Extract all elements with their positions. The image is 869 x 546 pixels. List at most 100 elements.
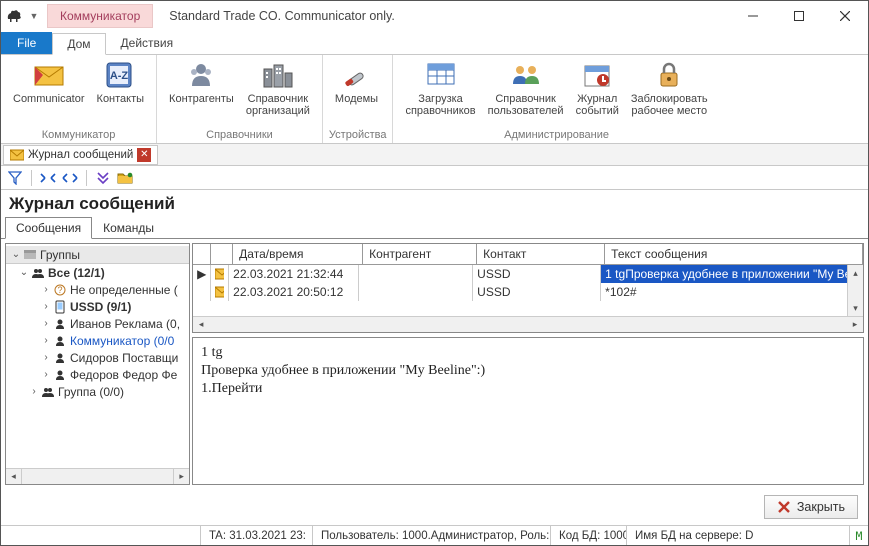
col-agent[interactable]: Контрагент (363, 244, 477, 264)
col-text[interactable]: Текст сообщения (605, 244, 863, 264)
person-icon (52, 369, 68, 381)
ribbon-modems-label: Модемы (335, 93, 378, 105)
ribbon-communicator[interactable]: Communicator (7, 57, 91, 107)
modem-icon (341, 59, 373, 91)
title-bar: ▼ Коммуникатор Standard Trade CO. Commun… (1, 1, 868, 31)
folder-icon[interactable] (115, 168, 135, 188)
ribbon-contacts-label: Контакты (97, 93, 145, 105)
expand-horizontal-icon[interactable] (60, 168, 80, 188)
cell-text: *102# (601, 283, 863, 301)
close-x-icon (777, 500, 791, 514)
ribbon-group-admin: Администрирование (399, 129, 713, 143)
grid-h-scrollbar[interactable]: ◂▸ (193, 316, 863, 332)
sub-tabs: Сообщения Команды (1, 216, 868, 239)
close-button-label: Закрыть (797, 500, 845, 514)
messages-grid[interactable]: Дата/время Контрагент Контакт Текст сооб… (192, 243, 864, 333)
doc-tab-label: Журнал сообщений (28, 149, 133, 161)
calendar-icon (581, 59, 613, 91)
menu-tabs: File Дом Действия (1, 31, 868, 55)
row-indicator-icon: ▶ (193, 265, 211, 283)
cell-text: 1 tgПроверка удобнее в приложении "My Be… (601, 265, 863, 283)
maximize-button[interactable] (776, 1, 822, 31)
ribbon-contacts[interactable]: A-Z Контакты (91, 57, 151, 107)
status-m: M (850, 526, 868, 545)
tree-node-group[interactable]: Группа (0/0) (56, 385, 124, 399)
groups-header-icon (22, 249, 38, 261)
ribbon-userdir[interactable]: Справочник пользователей (482, 57, 570, 119)
envelope-in-icon (211, 265, 229, 283)
doc-tab-journal[interactable]: Журнал сообщений ✕ (3, 145, 158, 165)
people-icon (30, 267, 46, 279)
ribbon-eventlog-label: Журнал событий (576, 93, 619, 117)
cell-agent (359, 283, 473, 301)
cell-dt: 22.03.2021 21:32:44 (229, 265, 359, 283)
document-tabs: Журнал сообщений ✕ (1, 144, 868, 166)
ribbon-dirload[interactable]: Загрузка справочников (399, 57, 481, 119)
tree-node-ussd[interactable]: USSD (9/1) (68, 300, 131, 314)
tree-node-ivanov[interactable]: Иванов Реклама (0, (68, 317, 180, 331)
ribbon-orgdir[interactable]: Справочник организаций (240, 57, 316, 119)
buildings-icon (262, 59, 294, 91)
ribbon-eventlog[interactable]: Журнал событий (570, 57, 625, 119)
cell-contact: USSD (473, 283, 601, 301)
tab-commands[interactable]: Команды (92, 217, 165, 239)
ribbon-userdir-label: Справочник пользователей (488, 93, 564, 117)
collapse-horizontal-icon[interactable] (38, 168, 58, 188)
doc-tab-close-icon[interactable]: ✕ (137, 148, 151, 162)
file-tab[interactable]: File (1, 32, 52, 54)
tree-leaf-icon[interactable]: › (40, 284, 52, 295)
window-title: Standard Trade CO. Communicator only. (169, 9, 730, 23)
status-bar: TA: 31.03.2021 23: Пользователь: 1000.Ад… (1, 525, 868, 545)
col-contact[interactable]: Контакт (477, 244, 605, 264)
ribbon-communicator-label: Communicator (13, 93, 85, 105)
close-button[interactable]: Закрыть (764, 495, 858, 519)
app-icon (1, 1, 27, 31)
table-row[interactable]: ▶ 22.03.2021 21:32:44 USSD 1 tgПроверка … (193, 265, 863, 283)
tree-node-sidorov[interactable]: Сидоров Поставщи (68, 351, 178, 365)
people-icon (40, 386, 56, 398)
toolbar (1, 166, 868, 190)
contacts-icon: A-Z (104, 59, 136, 91)
ribbon-dirload-label: Загрузка справочников (405, 93, 475, 117)
tree-node-fedorov[interactable]: Федоров Федор Фе (68, 368, 177, 382)
tree-expand-icon[interactable]: ⌄ (18, 267, 30, 278)
lock-icon (653, 59, 685, 91)
window-close-button[interactable] (822, 1, 868, 31)
communicator-badge: Коммуникатор (47, 4, 153, 28)
ribbon-counterparties[interactable]: Контрагенты (163, 57, 240, 107)
ribbon-counterparties-label: Контрагенты (169, 93, 234, 105)
tree-node-undef[interactable]: Не определенные ( (68, 283, 178, 297)
qat-dropdown-icon[interactable]: ▼ (27, 11, 41, 21)
person-icon (52, 335, 68, 347)
table-icon (425, 59, 457, 91)
svg-text:A-Z: A-Z (110, 70, 129, 82)
person-icon (52, 352, 68, 364)
tree-collapse-icon[interactable]: ⌄ (10, 249, 22, 260)
chevrons-down-icon[interactable] (93, 168, 113, 188)
tree-node-all[interactable]: Все (12/1) (46, 266, 105, 280)
ribbon-orgdir-label: Справочник организаций (246, 93, 310, 117)
tree-node-comm[interactable]: Коммуникатор (0/0 (68, 334, 174, 348)
phone-icon (52, 300, 68, 314)
ribbon: Communicator A-Z Контакты Коммуникатор К… (1, 55, 868, 144)
person-icon (52, 318, 68, 330)
question-icon: ? (52, 284, 68, 296)
minimize-button[interactable] (730, 1, 776, 31)
status-server: Имя БД на сервере: D (627, 526, 850, 545)
ribbon-group-communicator: Коммуникатор (7, 129, 150, 143)
status-ta: TA: 31.03.2021 23: (201, 526, 313, 545)
groups-tree[interactable]: ⌄ Группы ⌄ Все (12/1) › ? Не определенны… (5, 243, 190, 485)
status-db: Код БД: 1000 (551, 526, 627, 545)
col-datetime[interactable]: Дата/время (233, 244, 363, 264)
filter-icon[interactable] (5, 168, 25, 188)
ribbon-lock[interactable]: Заблокировать рабочее место (625, 57, 714, 119)
home-tab[interactable]: Дом (52, 33, 105, 55)
cell-dt: 22.03.2021 20:50:12 (229, 283, 359, 301)
tab-messages[interactable]: Сообщения (5, 217, 92, 239)
grid-v-scrollbar[interactable]: ▴▾ (847, 265, 863, 316)
ribbon-modems[interactable]: Модемы (329, 57, 384, 107)
actions-tab[interactable]: Действия (106, 32, 189, 54)
mail-small-icon (10, 149, 24, 161)
tree-h-scrollbar[interactable]: ◂▸ (6, 468, 189, 484)
table-row[interactable]: 22.03.2021 20:50:12 USSD *102# (193, 283, 863, 301)
